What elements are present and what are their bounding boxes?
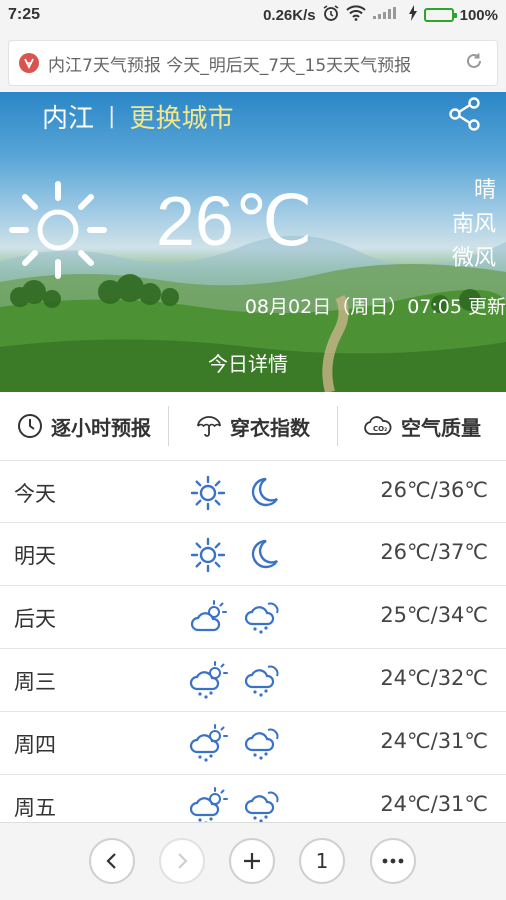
forecast-row[interactable]: 周四 24℃/31℃ [0,712,506,775]
plus-icon [244,853,260,869]
weather-condition: 晴 南风 微风 [452,174,496,276]
rain-cloud-icon [242,661,282,701]
battery-icon [423,8,457,22]
forecast-tabs: 逐小时预报 穿衣指数 CO₂ 空气质量 [0,392,506,460]
forecast-temp: 24℃/32℃ [380,666,488,690]
partly-cloudy-icon [188,598,228,638]
forecast-day: 明天 [14,544,56,568]
forecast-icons [188,661,282,701]
forecast-temp: 26℃/36℃ [380,478,488,502]
rain-cloud-icon [242,598,282,638]
forward-arrow-icon [178,853,188,869]
forecast-day: 周五 [14,796,56,820]
forecast-temp: 24℃/31℃ [380,792,488,816]
wind-direction: 南风 [451,212,496,237]
tab-hourly[interactable]: 逐小时预报 [0,406,168,446]
sun-icon [6,178,110,282]
update-time: 08月02日（周日）07:05 更新 [244,296,506,318]
forecast-list: 今天 26℃/36℃ 明天 26℃/37℃ 后天 25℃/34℃ 周三 24℃/… [0,460,506,838]
cloud-co2-icon: CO₂ [364,416,392,435]
charging-icon [408,5,418,25]
forecast-row[interactable]: 今天 26℃/36℃ [0,460,506,523]
browser-toolbar: 内江7天气预报 今天_明后天_7天_15天天气预报 [0,30,506,92]
umbrella-icon [197,416,221,437]
clock-icon [18,414,42,438]
today-detail-link[interactable]: 今日详情 [208,348,288,377]
status-bar: 7:25 0.26K/s 100% [0,0,506,30]
forecast-row[interactable]: 后天 25℃/34℃ [0,586,506,649]
status-time: 7:25 [8,6,41,23]
back-arrow-icon [106,853,116,869]
sun-icon [188,535,228,575]
forecast-row[interactable]: 明天 26℃/37℃ [0,523,506,586]
forecast-row[interactable]: 周三 24℃/32℃ [0,649,506,712]
svg-text:CO₂: CO₂ [373,425,387,433]
tab-count: 1 [315,849,329,873]
condition-text: 晴 [473,178,496,203]
forecast-day: 后天 [14,607,56,631]
alarm-icon [322,4,340,26]
city-separator: | [108,104,116,129]
tab-label: 穿衣指数 [230,415,310,440]
sun-rain-icon [188,661,228,701]
back-button[interactable] [89,838,135,884]
sun-rain-icon [188,787,228,827]
forecast-icons [188,598,282,638]
sun-rain-icon [188,724,228,764]
forecast-day: 周四 [14,733,56,757]
city-row: 内江 | 更换城市 [42,98,233,135]
forecast-icons [188,787,282,827]
reload-icon[interactable] [463,50,487,76]
forecast-temp: 24℃/31℃ [380,729,488,753]
address-text[interactable]: 内江7天气预报 今天_明后天_7天_15天天气预报 [48,51,457,76]
share-icon[interactable] [448,96,482,132]
rain-cloud-icon [242,724,282,764]
moon-icon [242,535,282,575]
wifi-icon [345,5,366,25]
wind-level: 微风 [451,246,496,271]
forecast-day: 周三 [14,670,56,694]
network-speed: 0.26K/s [263,6,316,24]
menu-button[interactable] [370,838,416,884]
sun-icon [188,473,228,513]
forecast-temp: 26℃/37℃ [380,540,488,564]
tab-count-button[interactable]: 1 [299,838,345,884]
moon-icon [242,473,282,513]
browser-bottom-nav: 1 [0,822,506,900]
status-right: 0.26K/s 100% [263,4,498,26]
forecast-temp: 25℃/34℃ [380,603,488,627]
change-city-link[interactable]: 更换城市 [129,98,233,135]
forecast-day: 今天 [14,482,56,506]
forward-button[interactable] [159,838,205,884]
address-bar[interactable]: 内江7天气预报 今天_明后天_7天_15天天气预报 [8,40,498,86]
tab-air-quality[interactable]: CO₂ 空气质量 [337,406,506,446]
forecast-icons [188,724,282,764]
tab-clothing[interactable]: 穿衣指数 [168,406,337,446]
tab-label: 空气质量 [401,415,481,440]
battery-percent: 100% [459,6,498,24]
current-temperature: 26℃ [156,182,313,260]
new-tab-button[interactable] [229,838,275,884]
rain-cloud-icon [242,787,282,827]
tab-label: 逐小时预报 [51,415,151,440]
weather-hero: 内江 | 更换城市 26℃ 晴 南风 微风 08月02日（周日）07:05 更新… [0,92,506,392]
forecast-icons [188,473,282,513]
more-icon [382,858,404,864]
city-name: 内江 [42,104,95,134]
site-logo-icon [19,53,39,73]
signal-icon [372,6,402,24]
forecast-icons [188,535,282,575]
